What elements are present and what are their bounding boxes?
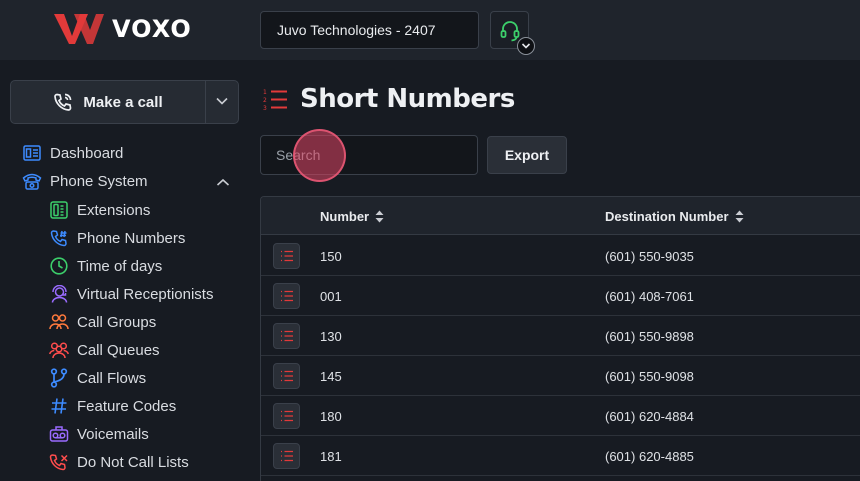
make-call-dropdown-toggle[interactable] bbox=[206, 81, 239, 123]
chevron-down-icon bbox=[216, 97, 228, 105]
cell-number: 150 bbox=[320, 248, 342, 264]
sort-icon bbox=[375, 210, 384, 222]
row-details-button[interactable] bbox=[273, 443, 300, 469]
sidebar-item-call-groups[interactable]: Call Groups bbox=[49, 309, 156, 335]
row-details-button[interactable] bbox=[273, 363, 300, 389]
cell-number: 180 bbox=[320, 408, 342, 424]
phone-system-icon bbox=[22, 171, 42, 191]
call-groups-icon bbox=[49, 312, 69, 332]
make-call-label: Make a call bbox=[83, 93, 163, 111]
sidebar-item-phone-system[interactable]: Phone System bbox=[22, 168, 148, 194]
dashboard-icon bbox=[22, 143, 42, 163]
sidebar-item-phone-numbers[interactable]: Phone Numbers bbox=[49, 225, 185, 251]
sidebar-item-label: Time of days bbox=[77, 257, 163, 275]
voxo-logo[interactable]: VOXO bbox=[52, 12, 192, 46]
voxo-logo-mark-icon bbox=[54, 14, 104, 44]
table-row: 130 (601) 550-9898 bbox=[261, 316, 860, 356]
list-icon bbox=[281, 290, 293, 302]
sidebar-item-label: Feature Codes bbox=[77, 397, 177, 415]
cell-number: 130 bbox=[320, 328, 342, 344]
company-selector[interactable]: Juvo Technologies - 2407 bbox=[260, 11, 479, 49]
row-details-button[interactable] bbox=[273, 403, 300, 429]
sidebar-item-dashboard[interactable]: Dashboard bbox=[22, 140, 123, 166]
sidebar-item-call-flows[interactable]: Call Flows bbox=[49, 365, 146, 391]
phone-numbers-icon bbox=[49, 228, 69, 248]
sidebar-item-do-not-call-lists[interactable]: Do Not Call Lists bbox=[49, 449, 189, 475]
table-row: 150 (601) 550-9035 bbox=[261, 236, 860, 276]
receptionist-icon bbox=[49, 284, 69, 304]
table-row: 181 (601) 620-4885 bbox=[261, 436, 860, 476]
cell-destination: (601) 620-4885 bbox=[605, 448, 694, 464]
sidebar-item-label: Extensions bbox=[77, 201, 151, 219]
extensions-icon bbox=[49, 200, 69, 220]
cell-destination: (601) 408-7061 bbox=[605, 288, 694, 304]
sidebar: Make a call Dashboard Phone System Exten… bbox=[0, 60, 250, 481]
sidebar-item-time-of-days[interactable]: Time of days bbox=[49, 253, 162, 279]
sidebar-item-label: Phone System bbox=[50, 172, 148, 190]
row-details-button[interactable] bbox=[273, 283, 300, 309]
cell-destination: (601) 550-9098 bbox=[605, 368, 694, 384]
cell-number: 181 bbox=[320, 448, 342, 464]
do-not-call-icon bbox=[49, 452, 69, 472]
headset-dropdown-toggle[interactable] bbox=[517, 37, 535, 55]
chevron-down-icon bbox=[521, 43, 531, 49]
headset-icon bbox=[500, 21, 520, 42]
table-row: 180 (601) 620-4884 bbox=[261, 396, 860, 436]
numbered-list-icon: 1 2 3 bbox=[263, 89, 287, 112]
sidebar-item-label: Voicemails bbox=[77, 425, 149, 443]
table-row: 001 (601) 408-7061 bbox=[261, 276, 860, 316]
call-queues-icon bbox=[49, 340, 69, 360]
phone-icon bbox=[54, 93, 72, 111]
top-bar: VOXO Juvo Technologies - 2407 bbox=[0, 0, 860, 60]
column-header-number[interactable]: Number bbox=[320, 197, 384, 235]
search-input[interactable] bbox=[260, 135, 478, 175]
hash-icon bbox=[49, 396, 69, 416]
sidebar-item-voicemails[interactable]: Voicemails bbox=[49, 421, 149, 447]
sidebar-item-label: Call Queues bbox=[77, 341, 160, 359]
sidebar-item-label: Dashboard bbox=[50, 144, 124, 162]
sidebar-item-extensions[interactable]: Extensions bbox=[49, 197, 150, 223]
cell-number: 001 bbox=[320, 288, 342, 304]
table-header: Number Destination Number bbox=[261, 197, 860, 235]
row-details-button[interactable] bbox=[273, 243, 300, 269]
sidebar-item-feature-codes[interactable]: Feature Codes bbox=[49, 393, 176, 419]
sidebar-item-label: Do Not Call Lists bbox=[77, 453, 189, 471]
cell-destination: (601) 550-9035 bbox=[605, 248, 694, 264]
list-icon bbox=[281, 370, 293, 382]
sidebar-item-call-queues[interactable]: Call Queues bbox=[49, 337, 160, 363]
cell-destination: (601) 620-4884 bbox=[605, 408, 694, 424]
clock-icon bbox=[49, 256, 69, 276]
logo-text: VOXO bbox=[112, 15, 192, 43]
svg-text:2: 2 bbox=[263, 97, 267, 104]
company-name: Juvo Technologies - 2407 bbox=[277, 22, 436, 38]
call-flows-icon bbox=[49, 368, 69, 388]
sidebar-item-label: Virtual Receptionists bbox=[77, 285, 214, 303]
make-call-split-button: Make a call bbox=[10, 80, 239, 124]
column-label: Number bbox=[320, 208, 370, 224]
make-call-button[interactable]: Make a call bbox=[11, 81, 205, 123]
sidebar-item-virtual-receptionists[interactable]: Virtual Receptionists bbox=[49, 281, 213, 307]
cell-number: 145 bbox=[320, 368, 342, 384]
page-title: Short Numbers bbox=[300, 84, 515, 114]
sort-icon bbox=[735, 210, 744, 222]
cell-destination: (601) 550-9898 bbox=[605, 328, 694, 344]
svg-text:3: 3 bbox=[263, 105, 267, 112]
list-icon bbox=[281, 330, 293, 342]
table-row: 145 (601) 550-9098 bbox=[261, 356, 860, 396]
voicemail-icon bbox=[49, 424, 69, 444]
list-icon bbox=[281, 450, 293, 462]
column-header-destination-number[interactable]: Destination Number bbox=[605, 197, 744, 235]
row-details-button[interactable] bbox=[273, 323, 300, 349]
list-icon bbox=[281, 250, 293, 262]
export-button[interactable]: Export bbox=[487, 136, 567, 174]
chevron-up-icon[interactable] bbox=[216, 178, 230, 187]
sidebar-item-label: Call Groups bbox=[77, 313, 157, 331]
sidebar-item-label: Call Flows bbox=[77, 369, 147, 387]
column-label: Destination Number bbox=[605, 208, 729, 224]
list-icon bbox=[281, 410, 293, 422]
sidebar-item-label: Phone Numbers bbox=[77, 229, 186, 247]
svg-text:1: 1 bbox=[263, 89, 267, 96]
short-numbers-table: Number Destination Number 150 (601) 550-… bbox=[260, 196, 860, 481]
